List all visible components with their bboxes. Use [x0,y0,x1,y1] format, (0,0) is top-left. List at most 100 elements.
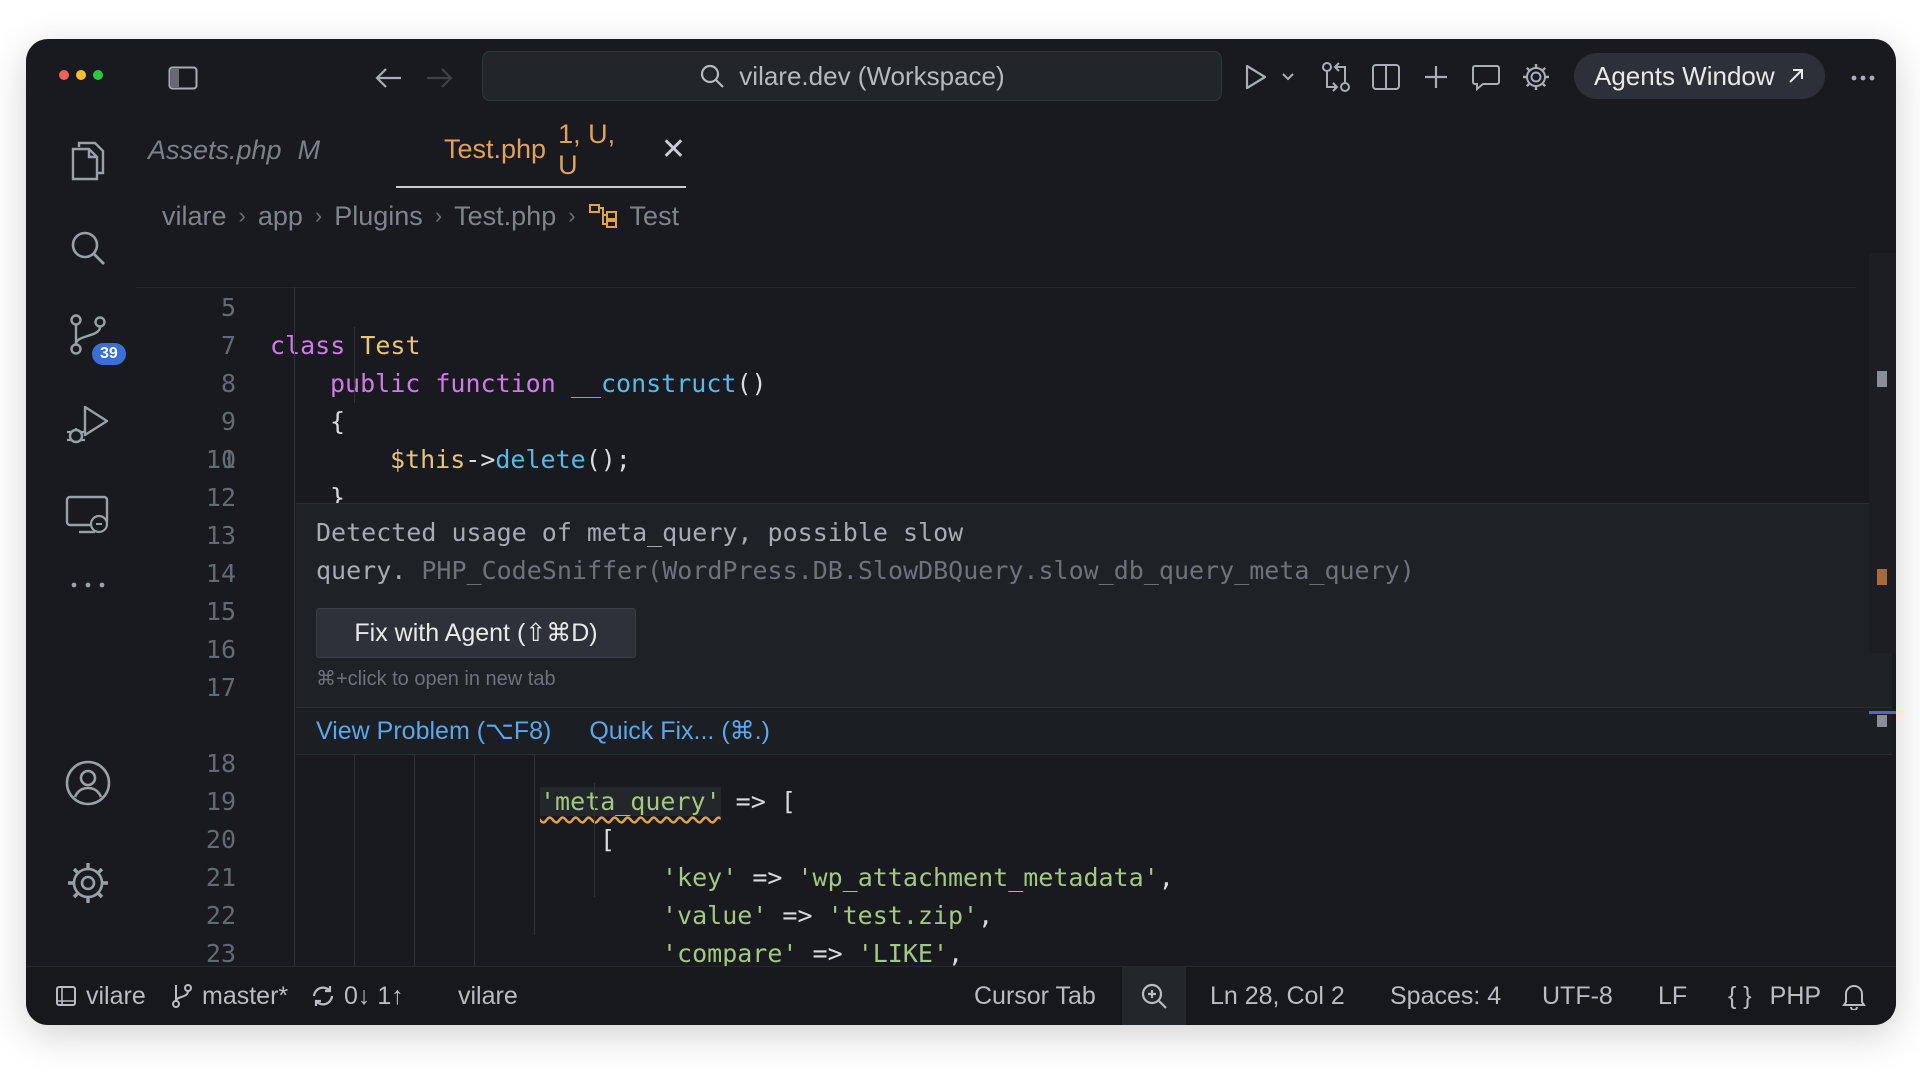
window-controls [59,70,103,80]
cursor-tab-status[interactable]: Cursor Tab [974,967,1096,1025]
account-icon[interactable] [26,753,150,813]
breadcrumb-item[interactable]: Plugins [334,201,423,232]
sync-counts: 0↓ 1↑ [344,981,404,1010]
command-center-search[interactable]: vilare.dev (Workspace) [482,51,1222,101]
overview-marker [1877,569,1887,585]
gear-icon[interactable] [1516,57,1556,97]
code-line: 24 ], [136,935,1856,967]
breadcrumb-item[interactable]: app [258,201,303,232]
language-status[interactable]: { } PHP [1728,967,1821,1025]
sync-status[interactable]: 0↓ 1↑ [310,967,404,1025]
chevron-right-icon: › [434,203,443,228]
problem-source: PHP_CodeSniffer(WordPress.DB.SlowDBQuery… [421,556,1415,585]
code-line: 21 'value' => 'test.zip', [136,821,1856,930]
eol-status[interactable]: LF [1658,967,1687,1025]
indentation-status[interactable]: Spaces: 4 [1390,967,1501,1025]
line-number: 13 [205,521,236,550]
code-line: 22 'compare' => 'LIKE', [136,859,1856,967]
run-debug-icon[interactable] [26,395,150,455]
project-status[interactable]: vilare [458,967,518,1025]
tab-assets-php[interactable]: Assets.php M [148,113,320,188]
code-line: 20 'key' => 'wp_attachment_metadata', [136,783,1856,892]
tab-status: M [297,135,321,165]
source-control-badge: 39 [92,343,126,365]
minimize-window-button[interactable] [76,70,86,80]
code-line: 10 } [136,403,1856,512]
code-line: 8 { [136,327,1856,436]
braces-icon: { } [1728,981,1752,1010]
search-icon[interactable] [26,219,150,279]
close-icon[interactable]: ✕ [661,132,686,167]
agents-window-button[interactable]: Agents Window [1574,53,1825,99]
tab-label: Assets.php [148,135,282,165]
editor-window: vilare.dev (Workspace) Agents Window 39 … [26,39,1896,1025]
open-in-new-tab-hint: ⌘+click to open in new tab [316,668,556,690]
gear-icon[interactable] [26,853,150,913]
problem-hover-popup: Detected usage of meta_query, possible s… [296,503,1892,755]
ellipsis-icon[interactable] [26,555,150,615]
zoom-window-button[interactable] [93,70,103,80]
workspace-name: vilare [86,981,146,1010]
quick-fix-link[interactable]: Quick Fix... (⌘.) [589,716,770,746]
problem-message-line: Detected usage of meta_query, possible s… [316,518,964,547]
line-number: 15 [205,597,236,626]
title-bar: vilare.dev (Workspace) Agents Window [26,39,1896,113]
sync-icon [312,986,334,1006]
tab-status: 1, U, U [558,118,616,180]
files-icon[interactable] [26,131,150,191]
forward-arrow-icon[interactable] [422,61,456,95]
branch-name: master* [202,981,289,1010]
line-number: 14 [205,559,236,588]
line-number: 11 [205,445,236,474]
search-icon [701,64,725,88]
breadcrumb: vilare › app › Plugins › Test.php › Test [162,194,679,238]
breadcrumb-item[interactable]: Test.php [454,201,556,232]
plus-icon[interactable] [1416,57,1456,97]
zoom-in-icon[interactable] [1122,967,1186,1025]
bell-icon[interactable] [1841,967,1867,1025]
status-bar: vilare master* 0↓ 1↑ vilare Cursor Tab L… [26,966,1896,1025]
fix-with-agent-button[interactable]: Fix with Agent (⇧⌘D) [316,608,636,658]
overview-marker [1877,715,1887,727]
book-icon [56,986,76,1006]
line-number: 12 [205,483,236,512]
compare-changes-icon[interactable] [1316,57,1356,97]
line-number: 16 [205,635,236,664]
tab-test-php[interactable]: Test.php 1, U, U ✕ [396,113,686,188]
branch-status[interactable]: master* [170,967,288,1025]
class-symbol-icon [588,204,617,228]
cursor-position[interactable]: Ln 28, Col 2 [1210,967,1345,1025]
arrow-up-right-icon [1788,69,1803,83]
workspace-status[interactable]: vilare [54,967,146,1025]
more-actions-icon[interactable] [1846,61,1880,95]
close-window-button[interactable] [59,70,69,80]
split-editor-icon[interactable] [1366,57,1406,97]
toggle-sidebar-icon[interactable] [166,61,200,95]
hover-actions-bar: View Problem (⌥F8) Quick Fix... (⌘.) [296,707,1892,754]
agents-window-label: Agents Window [1594,60,1775,91]
problem-message-line: query. [316,556,407,585]
overview-marker [1877,371,1887,387]
code-line: 11 [136,441,1856,479]
chat-icon[interactable] [1466,57,1506,97]
code-line: 5 class Test [136,251,1856,360]
breadcrumb-item[interactable]: Test [630,201,680,232]
overview-marker [1869,711,1896,714]
remote-explorer-icon[interactable] [26,485,150,545]
tab-label: Test.php [444,134,547,164]
source-control-icon[interactable]: 39 [26,305,150,365]
run-icon[interactable] [1238,59,1274,95]
editor-scrollbar[interactable] [1869,253,1896,727]
chevron-down-icon[interactable] [1278,65,1298,89]
code-line: 9 $this->delete(); [136,365,1856,474]
encoding-status[interactable]: UTF-8 [1542,967,1613,1025]
search-text: vilare.dev (Workspace) [739,60,1005,91]
branch-icon [172,984,192,1008]
problem-message: Detected usage of meta_query, possible s… [316,514,1415,590]
back-arrow-icon[interactable] [372,61,406,95]
activity-bar: 39 [26,113,150,967]
view-problem-link[interactable]: View Problem (⌥F8) [316,716,551,746]
code-line: 7 public function __construct() [136,289,1856,398]
breadcrumb-item[interactable]: vilare [162,201,227,232]
chevron-right-icon: › [314,203,323,228]
